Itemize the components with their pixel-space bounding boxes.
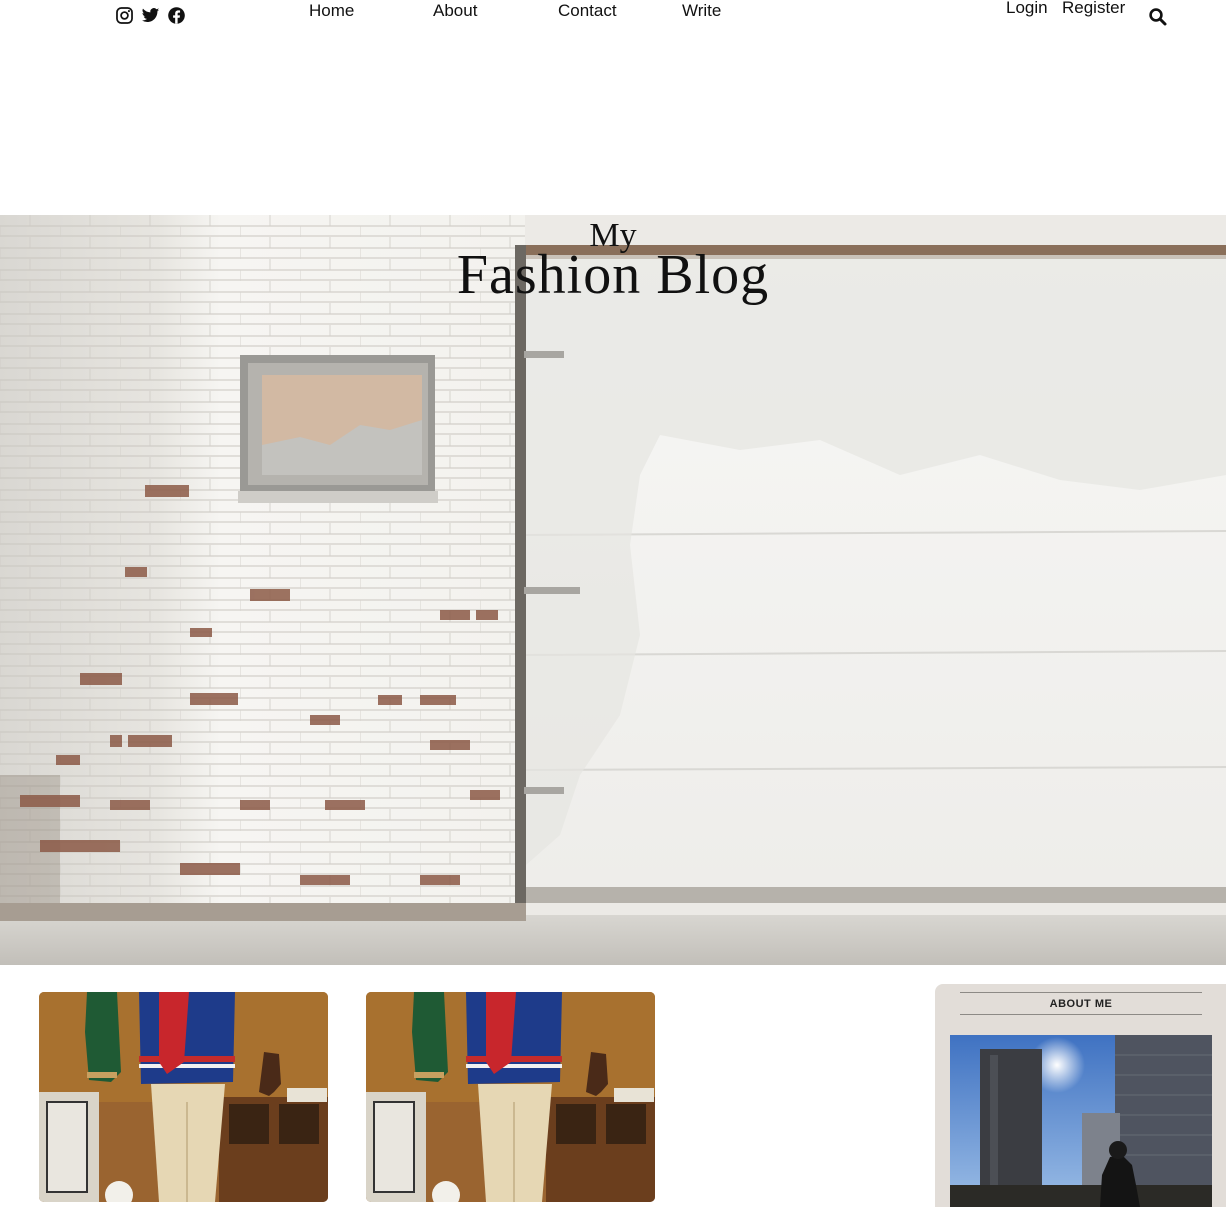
instagram-icon[interactable] xyxy=(115,6,134,25)
register-link[interactable]: Register xyxy=(1062,0,1125,18)
nav-write[interactable]: Write xyxy=(682,1,721,21)
login-link[interactable]: Login xyxy=(1006,0,1048,18)
site-title-large: Fashion Blog xyxy=(456,244,770,306)
about-me-photo xyxy=(950,1035,1212,1207)
post-card[interactable] xyxy=(366,992,655,1202)
post-thumbnail xyxy=(39,992,328,1202)
nav-home[interactable]: Home xyxy=(309,1,354,21)
hero-image xyxy=(0,215,1226,965)
sidebar-title: ABOUT ME xyxy=(1049,998,1113,1010)
facebook-icon[interactable] xyxy=(167,6,186,25)
sidebar-title-box: ABOUT ME xyxy=(960,992,1202,1015)
sidebar: ABOUT ME xyxy=(935,984,1226,1207)
nav-contact[interactable]: Contact xyxy=(558,1,617,21)
search-icon[interactable] xyxy=(1148,7,1168,27)
twitter-icon[interactable] xyxy=(141,6,160,25)
top-navbar: Home About Contact Write Login Register xyxy=(0,0,1226,40)
social-links xyxy=(115,6,186,25)
nav-about[interactable]: About xyxy=(433,1,477,21)
post-card[interactable] xyxy=(39,992,328,1202)
post-thumbnail xyxy=(366,992,655,1202)
hero-banner: My Fashion Blog xyxy=(0,215,1226,965)
